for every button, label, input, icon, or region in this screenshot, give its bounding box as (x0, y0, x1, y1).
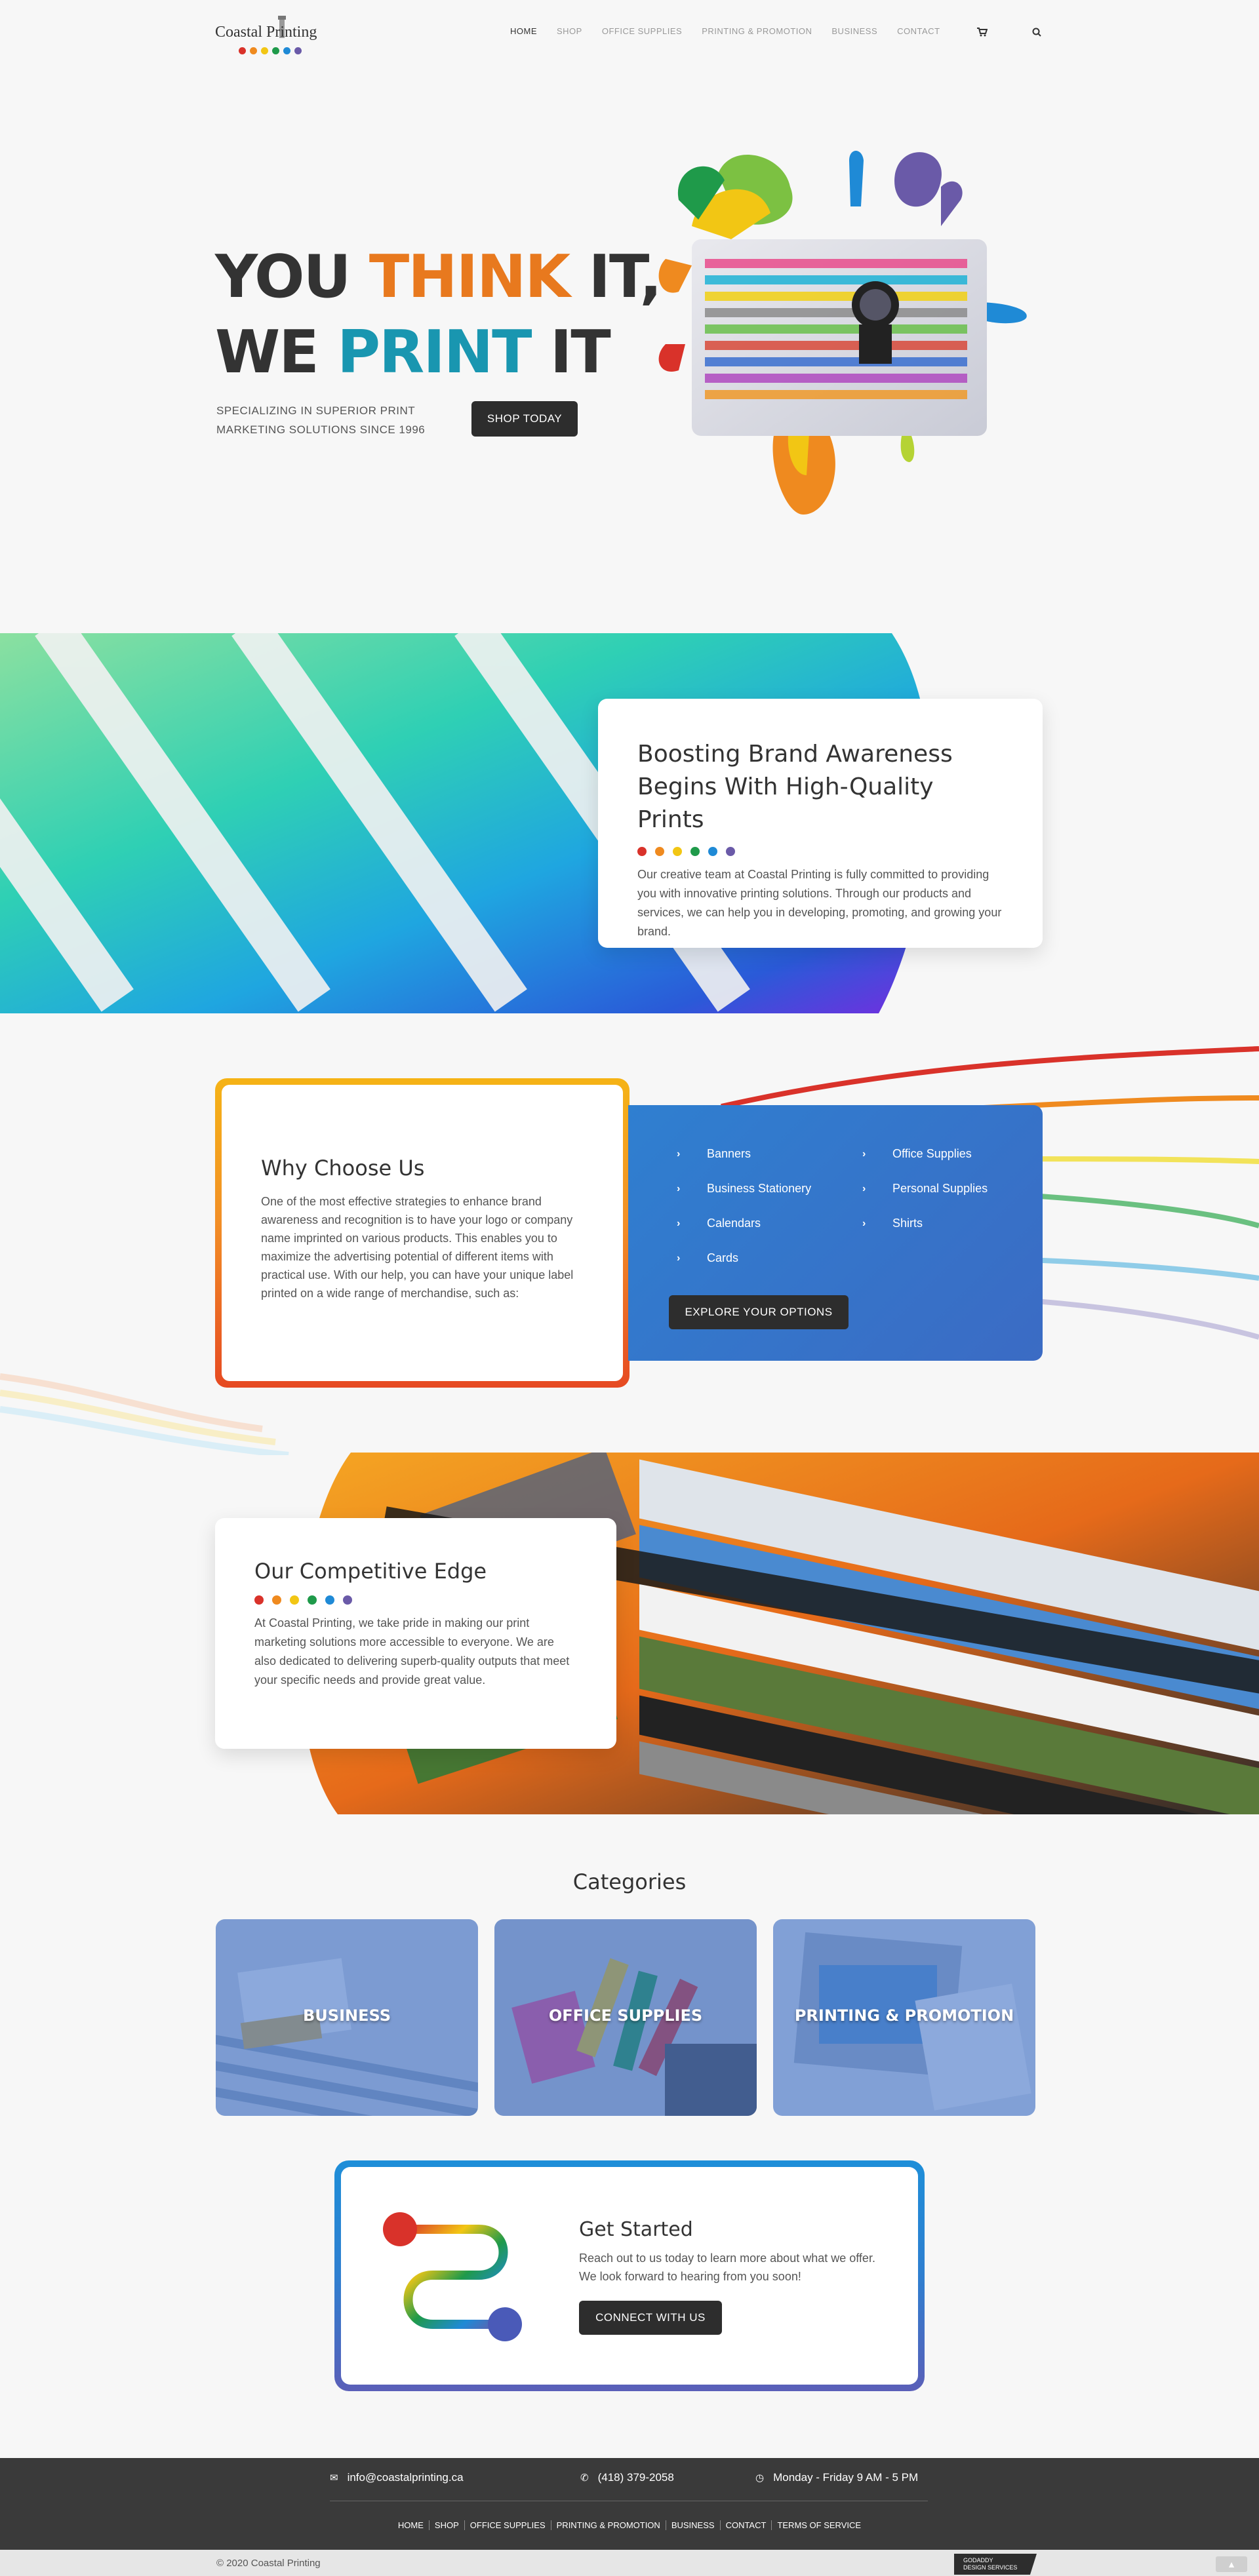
chevron-up-icon: ▲ (1227, 2559, 1236, 2569)
footer-link-printing-promotion[interactable]: PRINTING & PROMOTION (550, 2520, 666, 2530)
color-dots (254, 1595, 577, 1605)
competitive-edge-card: Our Competitive Edge At Coastal Printing… (215, 1518, 616, 1749)
get-started-card: Get Started Reach out to us today to lea… (334, 2160, 925, 2391)
color-dots (637, 847, 1003, 856)
product-options-panel: › Banners › Office Supplies › Business Stat… (628, 1105, 1043, 1361)
categories-heading: Categories (572, 1869, 687, 1894)
chevron-right-icon: › (677, 1182, 681, 1194)
category-business[interactable]: BUSINESS (216, 1919, 478, 2116)
logo[interactable]: Coastal Printing (215, 13, 346, 60)
chevron-right-icon: › (677, 1252, 681, 1264)
footer-link-contact[interactable]: CONTACT (719, 2520, 772, 2530)
footer-nav: HOME SHOP OFFICE SUPPLIES PRINTING & PRO… (0, 2520, 1259, 2530)
footer-hours: ◷ Monday - Friday 9 AM - 5 PM (755, 2471, 919, 2484)
footer-email[interactable]: ✉ info@coastalprinting.ca (330, 2471, 464, 2484)
footer-link-terms[interactable]: TERMS OF SERVICE (771, 2520, 866, 2530)
why-choose-card: Why Choose Us One of the most effective … (215, 1078, 630, 1388)
category-office-supplies[interactable]: OFFICE SUPPLIES (494, 1919, 757, 2116)
why-body: One of the most effective strategies to … (261, 1195, 574, 1300)
edge-title: Our Competitive Edge (254, 1559, 487, 1584)
get-started-title: Get Started (579, 2218, 693, 2241)
nav-printing-promotion[interactable]: PRINTING & PROMOTION (702, 26, 812, 36)
chevron-right-icon: › (862, 1148, 866, 1160)
logo-dots (239, 47, 302, 54)
shop-today-button[interactable]: SHOP TODAY (471, 401, 578, 437)
clock-icon: ◷ (755, 2472, 765, 2484)
option-calendars[interactable]: › Calendars (668, 1217, 853, 1230)
site-footer: ✉ info@coastalprinting.ca ✆ (418) 379-20… (0, 2458, 1259, 2550)
hero-think: THINK (369, 243, 570, 311)
option-cards[interactable]: › Cards (668, 1251, 853, 1265)
brand-body: Our creative team at Coastal Printing is… (637, 868, 1002, 938)
nav-contact[interactable]: CONTACT (897, 26, 940, 36)
edge-body: At Coastal Printing, we take pride in ma… (254, 1616, 570, 1687)
nav-home[interactable]: HOME (510, 26, 537, 36)
nav-shop[interactable]: SHOP (557, 26, 582, 36)
hero-subtitle: SPECIALIZING IN SUPERIOR PRINT MARKETING… (216, 404, 426, 436)
category-printing-promotion[interactable]: PRINTING & PROMOTION (773, 1919, 1035, 2116)
nav-office-supplies[interactable]: OFFICE SUPPLIES (602, 26, 682, 36)
footer-link-office-supplies[interactable]: OFFICE SUPPLIES (464, 2520, 551, 2530)
category-label: PRINTING & PROMOTION (794, 2006, 1014, 2025)
chevron-right-icon: › (677, 1217, 681, 1229)
hero-title: YOU THINK IT, WE PRINT IT (215, 243, 662, 387)
footer-phone[interactable]: ✆ (418) 379-2058 (580, 2471, 674, 2484)
option-banners[interactable]: › Banners (668, 1147, 853, 1161)
chevron-right-icon: › (862, 1182, 866, 1194)
godaddy-badge[interactable]: GODADDY DESIGN SERVICES (954, 2554, 1037, 2575)
option-office-supplies[interactable]: › Office Supplies (853, 1147, 1024, 1161)
cart-icon[interactable] (975, 25, 989, 39)
category-label: BUSINESS (303, 2006, 391, 2025)
option-personal-supplies[interactable]: › Personal Supplies (853, 1182, 1024, 1196)
category-label: OFFICE SUPPLIES (548, 2006, 703, 2025)
connect-with-us-button[interactable]: CONNECT WITH US (579, 2301, 722, 2335)
brand-title: Boosting Brand Awareness Begins With Hig… (637, 741, 953, 833)
search-icon[interactable] (1029, 25, 1044, 39)
path-illustration-icon (383, 2212, 522, 2341)
get-started-body: Reach out to us today to learn more abou… (579, 2252, 875, 2283)
footer-link-shop[interactable]: SHOP (428, 2520, 464, 2530)
chevron-right-icon: › (677, 1148, 681, 1160)
explore-options-button[interactable]: EXPLORE YOUR OPTIONS (669, 1295, 849, 1329)
why-title: Why Choose Us (261, 1156, 425, 1181)
copyright: © 2020 Coastal Printing (216, 2558, 321, 2569)
hero-paint-splash-image (658, 151, 1027, 515)
site-header: Coastal Printing HOME SHOP OFFICE SUPPLI… (0, 0, 1259, 66)
nav-business[interactable]: BUSINESS (831, 26, 877, 36)
chevron-right-icon: › (862, 1217, 866, 1229)
logo-text: Coastal Printing (215, 24, 317, 41)
main-nav: HOME SHOP OFFICE SUPPLIES PRINTING & PRO… (510, 26, 940, 36)
footer-link-business[interactable]: BUSINESS (665, 2520, 720, 2530)
hero-print: PRINT (337, 318, 532, 387)
option-business-stationery[interactable]: › Business Stationery (668, 1182, 853, 1196)
footer-link-home[interactable]: HOME (393, 2520, 429, 2530)
phone-icon: ✆ (580, 2472, 589, 2484)
option-shirts[interactable]: › Shirts (853, 1217, 1024, 1230)
brand-awareness-card: Boosting Brand Awareness Begins With Hig… (598, 699, 1043, 948)
envelope-icon: ✉ (330, 2472, 338, 2484)
bottom-bar: © 2020 Coastal Printing GODADDY DESIGN S… (0, 2550, 1259, 2576)
scroll-to-top-button[interactable]: ▲ (1216, 2556, 1247, 2572)
